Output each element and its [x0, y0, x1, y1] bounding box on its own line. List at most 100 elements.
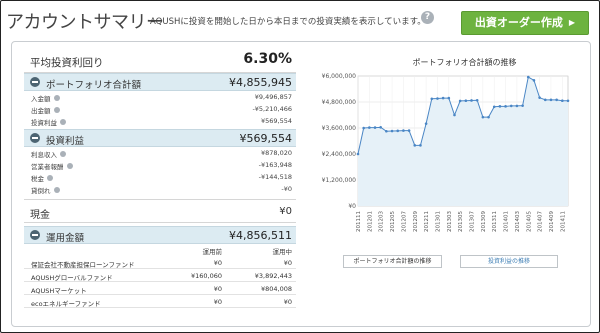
table-row: ecoエネルギーファンド ¥0 ¥0 [24, 295, 296, 308]
collapse-minus-icon[interactable] [30, 133, 40, 143]
data-point [475, 98, 479, 102]
data-point [390, 129, 394, 133]
fund-during: ¥0 [283, 259, 292, 267]
investment-profit-value: ¥569,554 [260, 117, 292, 125]
y-tick-label: ¥1,200,000 [322, 177, 357, 184]
x-tick-label: 201111 [356, 211, 362, 232]
operator-fee-value: -¥163,948 [258, 161, 292, 169]
tax-row: 税金 -¥144,518 [24, 171, 296, 183]
table-row: AQUSHマーケット ¥0 ¥804,008 [24, 282, 296, 295]
page-header: アカウントサマリー AQUSHに投資を開始した日から本日までの投資実績を表示して… [0, 0, 600, 40]
help-icon[interactable] [66, 163, 73, 169]
table-row: AQUSHグローバルファンド ¥160,060 ¥3,892,443 [24, 269, 296, 282]
help-icon[interactable] [60, 119, 66, 125]
x-tick-label: 201207 [401, 211, 407, 232]
data-point [504, 105, 507, 108]
page-title: アカウントサマリー [6, 12, 164, 33]
data-point [413, 144, 417, 147]
x-tick-label: 201205 [390, 211, 396, 232]
cash-row: 現金 ¥0 [24, 199, 296, 223]
data-point [453, 113, 456, 117]
fund-name: ecoエネルギーファンド [31, 300, 101, 308]
withdrawal-label: 出金額 [31, 107, 51, 115]
collapse-minus-icon[interactable] [30, 77, 40, 87]
bad-debt-value: -¥0 [281, 185, 292, 193]
data-point [447, 96, 451, 100]
operator-fee-row: 営業者報酬 -¥163,948 [24, 159, 296, 171]
help-icon[interactable] [53, 95, 60, 101]
y-tick-label: ¥2,400,000 [322, 151, 357, 158]
portfolio-total-label: ポートフォリオ合計額 [46, 80, 142, 91]
bad-debt-label: 貸倒れ [31, 187, 51, 195]
y-tick-label: ¥0 [348, 203, 356, 210]
data-point [470, 99, 473, 102]
x-tick-label: 201407 [538, 211, 544, 232]
create-order-label: 出資オーダー作成 [474, 16, 563, 29]
data-point [373, 126, 377, 129]
table-row: 保証会社不動産担保ローンファンド ¥0 ¥0 [24, 256, 296, 269]
data-point [561, 99, 564, 102]
col-before-header: 運用前 [202, 248, 223, 256]
portfolio-total-section[interactable]: ポートフォリオ合計額 ¥4,855,945 [24, 73, 296, 91]
x-tick-label: 201303 [447, 211, 453, 232]
data-point [555, 98, 558, 102]
portfolio-trend-button[interactable]: ポートフォリオ合計額の推移 [343, 255, 442, 268]
x-tick-label: 201411 [560, 211, 566, 232]
x-tick-label: 201211 [424, 211, 430, 232]
help-icon[interactable]: ? [421, 11, 434, 24]
x-tick-label: 201405 [526, 211, 532, 232]
fund-name: AQUSHマーケット [31, 287, 87, 295]
cash-label: 現金 [30, 210, 50, 221]
page-description: AQUSHに投資を開始した日から本日までの投資実績を表示しています。 [150, 17, 426, 27]
tax-value: -¥144,518 [258, 173, 292, 181]
fund-name: 保証会社不動産担保ローンファンド [31, 261, 135, 269]
investment-profit-label: 投資利益 [31, 119, 57, 127]
data-point [362, 126, 365, 130]
data-point [368, 126, 371, 129]
data-point [464, 99, 468, 102]
data-point [436, 97, 439, 100]
data-point [430, 97, 434, 101]
data-point [543, 98, 547, 102]
portfolio-total-value: ¥4,855,945 [229, 76, 292, 89]
help-icon[interactable] [60, 151, 66, 157]
fund-name: AQUSHグローバルファンド [31, 274, 113, 282]
portfolio-chart: ¥0 ¥1,200,000 ¥2,400,000 ¥3,600,000 ¥4,800,0… [322, 73, 570, 232]
x-tick-label: 201203 [379, 211, 385, 232]
x-tick-label: 201209 [413, 211, 419, 232]
average-yield-value: 6.30% [243, 51, 292, 67]
y-tick-label: ¥3,600,000 [322, 125, 357, 132]
data-point [402, 129, 405, 132]
x-tick-label: 201305 [458, 211, 464, 232]
operator-fee-label: 営業者報酬 [31, 163, 64, 171]
help-icon[interactable] [53, 187, 60, 193]
withdrawal-row: 出金額 -¥5,210,466 [24, 103, 296, 115]
data-point [515, 104, 519, 108]
x-tick-label: 201307 [470, 211, 476, 232]
x-tick-label: 201403 [515, 211, 521, 232]
data-point [566, 99, 570, 103]
deposit-row: 入金額 ¥9,496,857 [24, 91, 296, 103]
fund-before: ¥160,060 [190, 272, 222, 280]
operating-amount-value: ¥4,856,511 [229, 229, 292, 242]
help-icon[interactable] [53, 107, 60, 113]
profit-section-value: ¥569,554 [239, 132, 293, 145]
data-point [509, 104, 513, 108]
data-point [498, 105, 502, 108]
chart-title: ポートフォリオ合計額の推移 [412, 58, 517, 67]
create-order-button[interactable]: 出資オーダー作成 ▶ [461, 11, 589, 35]
collapse-minus-icon[interactable] [30, 230, 40, 240]
help-icon[interactable] [47, 175, 53, 181]
profit-section[interactable]: 投資利益 ¥569,554 [24, 129, 296, 147]
data-point [407, 129, 411, 132]
data-point [441, 96, 445, 100]
operating-amount-section[interactable]: 運用金額 ¥4,856,511 [24, 226, 296, 244]
x-tick-label: 201401 [504, 211, 510, 232]
bad-debt-row: 貸倒れ -¥0 [24, 183, 296, 195]
arrow-right-icon: ▶ [568, 18, 576, 27]
profit-trend-button[interactable]: 投資利益の推移 [460, 255, 558, 268]
data-point [379, 126, 383, 129]
tax-label: 税金 [31, 175, 44, 183]
withdrawal-value: -¥5,210,466 [252, 105, 292, 113]
col-during-header: 運用中 [272, 248, 293, 256]
